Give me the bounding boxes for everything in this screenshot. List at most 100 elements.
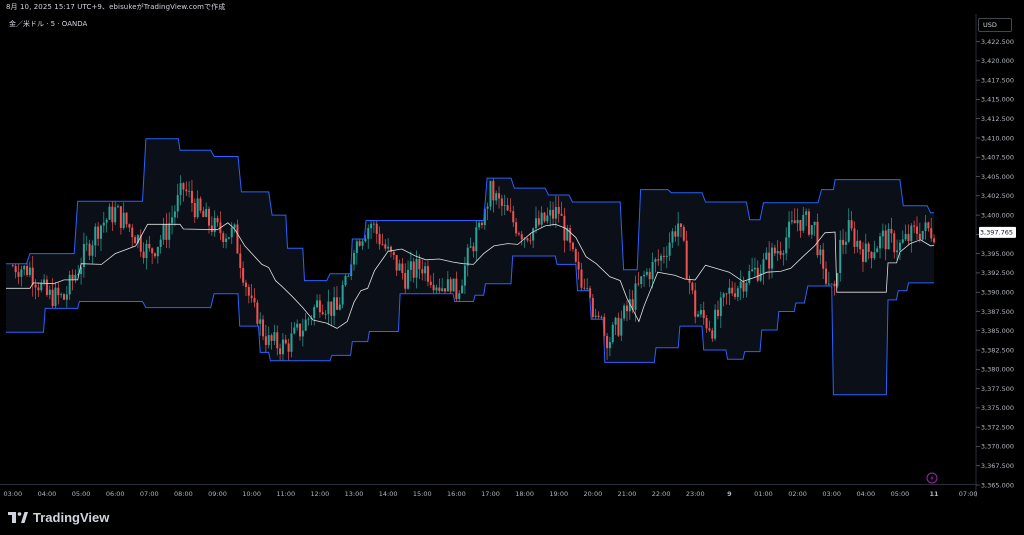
candle-body [128, 224, 131, 228]
candle-body [671, 231, 674, 243]
x-tick-label: 20:00 [583, 490, 602, 498]
candle-body [435, 287, 438, 291]
candle-body [455, 278, 458, 299]
y-tick-label: 3,367.500 [981, 462, 1014, 470]
candle-body [705, 318, 708, 329]
candle-body [765, 252, 768, 260]
candle-body [395, 255, 398, 271]
chart-frame: 3,422.500 3,420.000 3,417.500 3,415.000 3,41… [0, 0, 1024, 535]
candle-body [728, 287, 731, 294]
candle-body [805, 211, 808, 215]
lightning-glyph [930, 475, 934, 481]
y-tick-label: 3,375.000 [981, 404, 1014, 412]
candle-body [486, 206, 489, 209]
y-tick-label: 3,370.000 [981, 443, 1014, 451]
y-tick-label: 3,387.500 [981, 308, 1014, 316]
candle-body [810, 225, 813, 235]
tradingview-logo-icon [8, 512, 28, 523]
candle-body [697, 314, 700, 317]
candle-body [620, 318, 623, 336]
tradingview-logo[interactable]: TradingView [8, 510, 109, 525]
candle-body [623, 305, 626, 319]
candle-body [259, 319, 262, 324]
candle-body [500, 198, 503, 206]
candle-body [532, 228, 535, 241]
candle-body [608, 342, 611, 349]
currency-selector[interactable]: USD [978, 18, 1012, 32]
candle-body [145, 243, 148, 259]
candle-body [188, 190, 191, 192]
candle-body [898, 242, 901, 251]
candle-body [230, 227, 233, 238]
candle-body [409, 261, 412, 270]
candle-body [742, 281, 745, 292]
candle-body [907, 234, 910, 242]
candle-body [463, 265, 466, 286]
candle-body [31, 267, 34, 285]
symbol-title[interactable]: 金／米ドル · 5 · OANDA [9, 19, 87, 29]
candle-body [719, 297, 722, 316]
candle-body [867, 243, 870, 252]
candle-body [748, 270, 751, 283]
candle-body [287, 343, 290, 352]
candle-body [492, 180, 495, 201]
candle-body [571, 242, 574, 250]
candle-body [335, 297, 338, 310]
candle-body [256, 302, 259, 324]
candle-body [517, 233, 520, 235]
x-tick-label: 17:00 [481, 490, 500, 498]
candle-body [480, 222, 483, 226]
candle-body [580, 269, 583, 288]
candle-body [546, 215, 549, 222]
candle-body [298, 323, 301, 337]
candle-body [557, 206, 560, 214]
candle-body [654, 259, 657, 262]
x-tick-label: 16:00 [447, 490, 466, 498]
candle-body [714, 309, 717, 339]
candle-body [407, 269, 410, 289]
candle-body [358, 241, 361, 246]
candle-body [324, 313, 327, 315]
y-tick-label: 3,395.000 [981, 250, 1014, 258]
candle-body [367, 228, 370, 239]
candle-body [210, 225, 213, 232]
x-tick-label: 10:00 [242, 490, 261, 498]
candle-body [378, 233, 381, 245]
candle-body [88, 243, 91, 256]
candle-body [876, 248, 879, 253]
candle-body [529, 240, 532, 242]
candle-body [222, 233, 225, 243]
candle-body [864, 243, 867, 262]
candle-body [847, 220, 850, 242]
candle-body [668, 242, 671, 256]
candle-body [759, 273, 762, 281]
x-tick-label: 11:00 [276, 490, 295, 498]
candle-body [43, 279, 46, 283]
candle-body [526, 238, 529, 241]
candle-body [225, 238, 228, 243]
candle-body [122, 212, 125, 228]
candle-body [773, 247, 776, 254]
candle-body [162, 224, 165, 240]
candle-body [347, 276, 350, 277]
candle-body [330, 301, 333, 316]
candle-body [577, 261, 580, 270]
candle-body [199, 198, 202, 211]
candle-body [802, 214, 805, 231]
candle-body [466, 247, 469, 266]
x-tick-label: 23:00 [686, 490, 705, 498]
candle-body [472, 246, 475, 252]
candle-body [205, 208, 208, 217]
candle-body [842, 239, 845, 245]
candle-body [813, 221, 816, 226]
candle-body [822, 249, 825, 269]
candle-body [37, 287, 40, 291]
candle-body [634, 283, 637, 310]
candle-body [594, 315, 597, 317]
price-chart[interactable]: 3,422.500 3,420.000 3,417.500 3,415.000 3,41… [0, 0, 1024, 535]
candle-body [591, 297, 594, 317]
y-tick-label: 3,385.000 [981, 327, 1014, 335]
candle-body [338, 304, 341, 310]
candle-body [913, 225, 916, 227]
candle-body [461, 285, 464, 294]
